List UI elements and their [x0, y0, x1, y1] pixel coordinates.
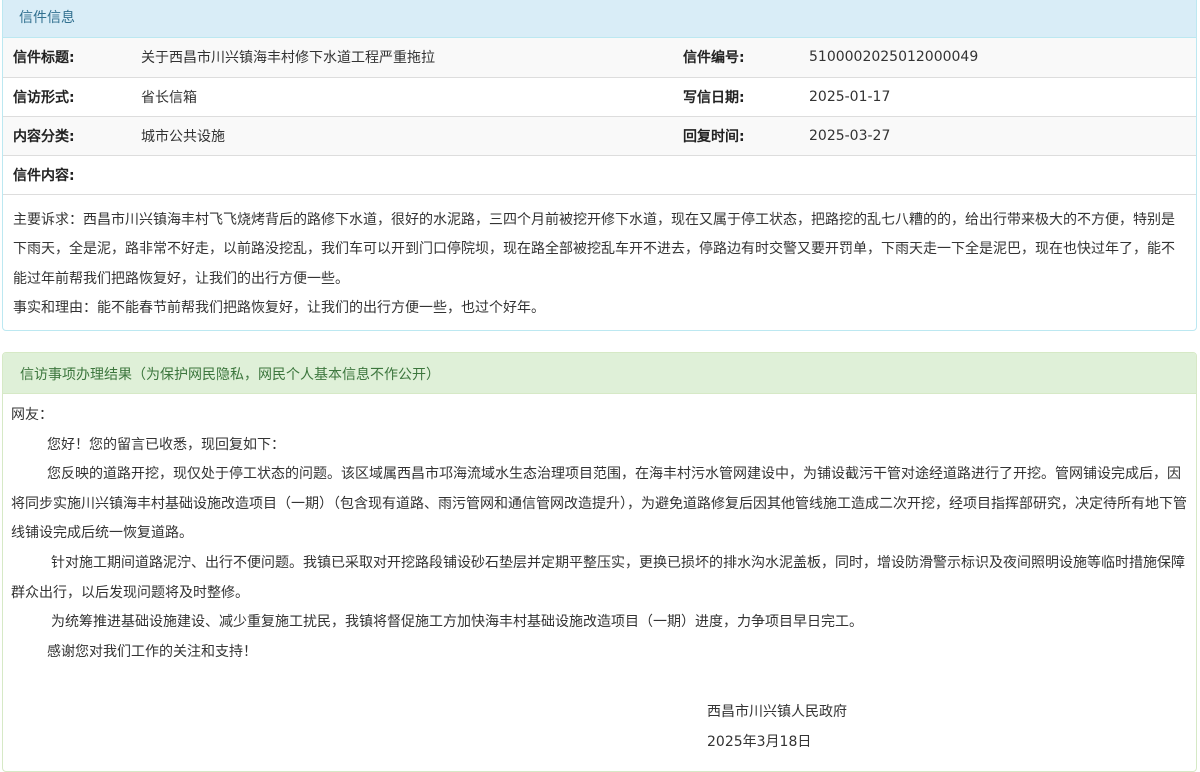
reply-time-value: 2025-03-27 [799, 116, 1196, 156]
reply-paragraph: 感谢您对我们工作的关注和支持！ [47, 643, 257, 660]
letter-info-heading: 信件信息 [3, 0, 1196, 38]
letter-content: 主要诉求：西昌市川兴镇海丰村飞飞烧烤背后的路修下水道，很好的水泥路，三四个月前被… [3, 195, 1196, 324]
content-label: 信件内容: [3, 155, 1196, 195]
title-value: 关于西昌市川兴镇海丰村修下水道工程严重拖拉 [131, 38, 673, 78]
reply-time-label: 回复时间: [673, 116, 799, 156]
appeal-text: 主要诉求：西昌市川兴镇海丰村飞飞烧烤背后的路修下水道，很好的水泥路，三四个月前被… [13, 211, 1175, 287]
table-row: 信访形式: 省长信箱 写信日期: 2025-01-17 [3, 77, 1196, 117]
number-value: 510000202501200004​9 [799, 38, 1196, 78]
form-label: 信访形式: [3, 77, 131, 117]
title-label: 信件标题: [3, 38, 131, 78]
reply-content: 网友： 您好！您的留言已收悉，现回复如下： 您反映的道路开挖，现仅处于停工状态的… [3, 394, 1196, 757]
signature-date: 2025年3月18日 [707, 734, 812, 751]
reason-text: 事实和理由：能不能春节前帮我们把路恢复好，让我们的出行方便一些，也过个好年。 [13, 300, 545, 317]
category-label: 内容分类: [3, 116, 131, 156]
reply-paragraph: 您好！您的留言已收悉，现回复如下： [47, 436, 285, 453]
date-value: 2025-01-17 [799, 77, 1196, 117]
category-value: 城市公共设施 [131, 116, 673, 156]
reply-paragraph: 针对施工期间道路泥泞、出行不便问题。我镇已采取对开挖路段铺设砂石垫层并定期平整压… [11, 554, 1185, 601]
number-label: 信件编号: [673, 38, 799, 78]
reply-greeting: 网友： [11, 407, 53, 423]
table-row: 信件标题: 关于西昌市川兴镇海丰村修下水道工程严重拖拉 信件编号: 510000… [3, 38, 1196, 78]
table-row: 内容分类: 城市公共设施 回复时间: 2025-03-27 [3, 116, 1196, 156]
form-value: 省长信箱 [131, 77, 673, 117]
reply-paragraph: 为统筹推进基础设施建设、减少重复施工扰民，我镇将督促施工方加快海丰村基础设施改造… [51, 614, 863, 631]
table-row: 信件内容: [3, 155, 1196, 195]
result-panel: 信访事项办理结果（为保护网民隐私，网民个人基本信息不作公开） 网友： 您好！您的… [2, 352, 1197, 772]
date-label: 写信日期: [673, 77, 799, 117]
letter-info-panel: 信件信息 信件标题: 关于西昌市川兴镇海丰村修下水道工程严重拖拉 信件编号: 5… [2, 0, 1197, 331]
result-heading: 信访事项办理结果（为保护网民隐私，网民个人基本信息不作公开） [3, 353, 1196, 394]
letter-info-table: 信件标题: 关于西昌市川兴镇海丰村修下水道工程严重拖拉 信件编号: 510000… [3, 38, 1196, 195]
signature-org: 西昌市川兴镇人民政府 [707, 704, 847, 721]
reply-paragraph: 您反映的道路开挖，现仅处于停工状态的问题。该区域属西昌市邛海流域水生态治理项目范… [11, 466, 1187, 542]
